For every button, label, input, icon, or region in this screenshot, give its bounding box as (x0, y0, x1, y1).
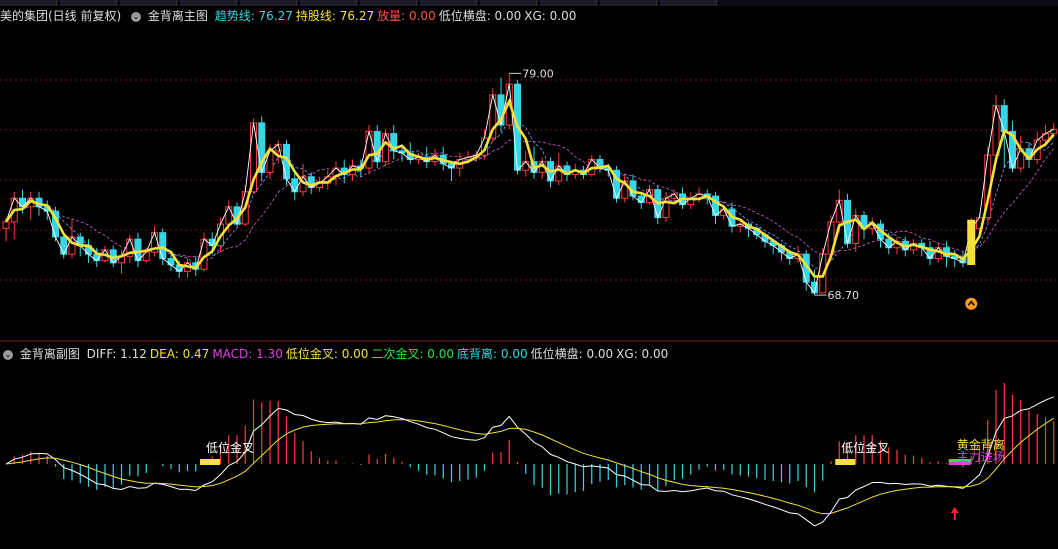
candle-body (522, 161, 530, 171)
candle-body (373, 130, 381, 163)
dea-line (5, 417, 1055, 515)
signal-marker (200, 459, 220, 465)
candle-body (365, 130, 373, 169)
candle-body (167, 258, 175, 266)
candle-body (60, 236, 68, 255)
cross-arrow-icon (950, 507, 959, 520)
kline-chart[interactable]: 79.0068.70低位金叉 低位金叉 黄金背离主力进场 (0, 0, 1058, 549)
signal-marker (835, 459, 856, 465)
candle-body (142, 251, 150, 262)
price-annotation: 68.70 (828, 289, 860, 302)
candle-body (2, 221, 10, 229)
candle-body (291, 178, 299, 193)
signal-icon (965, 297, 978, 310)
breakout-candle (967, 219, 976, 265)
candle-body (134, 238, 142, 262)
candle-body (225, 206, 233, 225)
signal-label: 低位金叉 (841, 440, 889, 455)
candle-body (159, 232, 167, 260)
signal-label: 低位金叉 (206, 440, 254, 455)
price-annotation: 79.00 (522, 67, 554, 80)
signal-label: 主力进场 (957, 450, 1005, 464)
candle-body (1000, 105, 1008, 132)
candle-body (1042, 133, 1049, 141)
